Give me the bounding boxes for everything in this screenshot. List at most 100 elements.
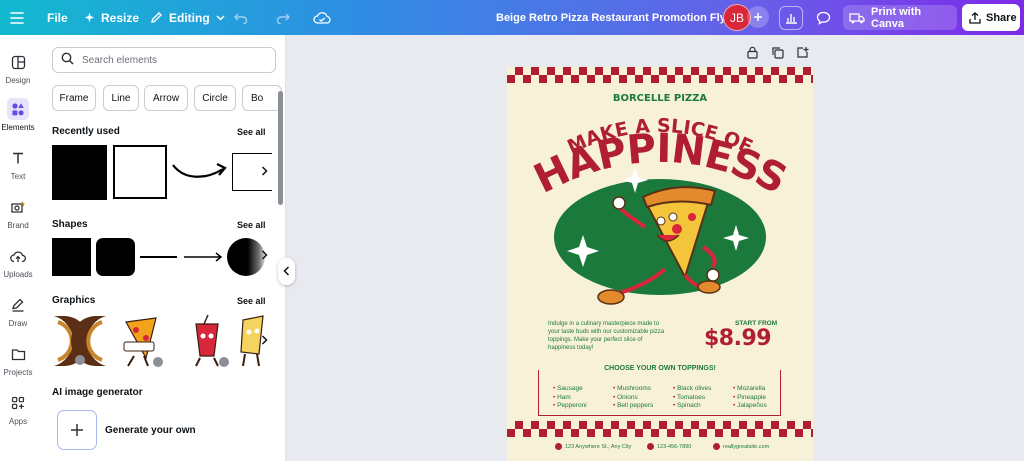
magic-wand-icon <box>84 12 95 23</box>
rail-item-elements[interactable]: Elements <box>0 98 36 132</box>
search-field[interactable]: Search elements <box>52 47 276 73</box>
search-placeholder: Search elements <box>82 54 158 66</box>
toppings-column-2[interactable]: Mushrooms Onions Bell peppers <box>613 385 653 411</box>
graphics-title: Graphics <box>52 295 96 306</box>
undo-button[interactable] <box>234 0 248 35</box>
shape-arrow-line[interactable] <box>183 250 223 268</box>
chip-line[interactable]: Line <box>103 85 139 111</box>
flyer-phone[interactable]: 123-456-7890 <box>647 443 691 450</box>
print-with-canva-button[interactable]: Print with Canva <box>843 5 957 30</box>
generate-your-own-button[interactable] <box>57 410 97 450</box>
graphics-scroll-right[interactable] <box>256 330 272 352</box>
shapes-see-all[interactable]: See all <box>237 220 266 230</box>
generate-your-own-label[interactable]: Generate your own <box>105 425 196 436</box>
comment-icon <box>816 11 831 25</box>
rail-item-text[interactable]: Text <box>0 147 36 181</box>
flyer-price[interactable]: $8.99 <box>704 326 772 351</box>
text-t-icon <box>7 147 29 169</box>
undo-icon <box>234 12 248 24</box>
graphic-soda-cup-mascot[interactable] <box>182 314 232 374</box>
left-rail: Design Elements Text Brand Uploads Draw <box>0 35 36 461</box>
rail-label-draw: Draw <box>8 319 28 328</box>
chip-circle[interactable]: Circle <box>194 85 236 111</box>
rail-label-apps: Apps <box>8 417 28 426</box>
rail-item-draw[interactable]: Draw <box>0 294 36 328</box>
add-page-button[interactable] <box>796 46 809 64</box>
share-label: Share <box>986 11 1017 24</box>
truck-icon <box>849 12 865 24</box>
topping-item: Mushrooms <box>613 385 653 394</box>
elements-shapes-icon <box>7 98 29 120</box>
editing-label: Editing <box>169 10 210 25</box>
duplicate-page-button[interactable] <box>771 46 784 64</box>
toppings-column-1[interactable]: Sausage Ham Pepperoni <box>553 385 587 411</box>
recently-used-see-all[interactable]: See all <box>237 127 266 137</box>
flyer-brand-name[interactable]: BORCELLE PIZZA <box>507 93 813 104</box>
redo-button[interactable] <box>276 0 290 35</box>
plus-icon <box>753 12 763 22</box>
resize-button[interactable]: Resize <box>84 0 139 35</box>
menu-button[interactable] <box>10 0 24 35</box>
flyer-address-text: 123 Anywhere St., Any City <box>565 443 632 450</box>
add-page-icon <box>796 46 809 63</box>
recent-outline-square[interactable] <box>113 145 167 199</box>
lock-icon <box>746 46 759 63</box>
hamburger-icon <box>10 11 24 24</box>
checkered-border-bottom <box>507 421 813 437</box>
rail-item-uploads[interactable]: Uploads <box>0 245 36 279</box>
topping-item: Bell peppers <box>613 402 653 411</box>
chip-frame[interactable]: Frame <box>52 85 96 111</box>
editing-mode-dropdown[interactable]: Editing <box>150 0 225 35</box>
globe-icon <box>713 443 720 450</box>
top-bar: File Resize Editing Beige Retro Pizza Re… <box>0 0 1024 35</box>
recent-black-square[interactable] <box>52 145 107 200</box>
chip-label: Bo <box>251 92 264 104</box>
add-collaborator-button[interactable] <box>747 6 769 28</box>
chip-arrow[interactable]: Arrow <box>144 85 188 111</box>
graphic-brown-arcs[interactable] <box>52 314 108 373</box>
cloud-save-status[interactable] <box>313 0 331 35</box>
search-icon <box>61 52 74 68</box>
flyer-description[interactable]: Indulge in a culinary masterpiece made t… <box>548 320 666 352</box>
shape-rounded-square[interactable] <box>96 238 135 276</box>
graphic-pizza-mascot[interactable] <box>116 314 166 374</box>
apps-grid-icon <box>7 392 29 414</box>
topping-item: Mozarella <box>733 385 767 394</box>
recent-scroll-right[interactable] <box>256 161 272 183</box>
share-button[interactable]: Share <box>962 4 1020 31</box>
shape-line[interactable] <box>140 256 177 258</box>
collapse-panel-button[interactable] <box>278 258 295 285</box>
document-title[interactable]: Beige Retro Pizza Restaurant Promotion F… <box>496 0 736 35</box>
topping-item: Black olives <box>673 385 711 394</box>
shapes-scroll-right[interactable] <box>256 245 272 267</box>
rail-item-design[interactable]: Design <box>0 51 36 85</box>
rail-item-projects[interactable]: Projects <box>0 343 36 377</box>
flyer-page[interactable]: BORCELLE PIZZA MAKE A SLICE OF HAPPINESS <box>507 67 813 461</box>
topping-item: Pepperoni <box>553 402 587 411</box>
recent-curved-arrow[interactable] <box>171 155 229 190</box>
pencil-icon <box>150 11 163 24</box>
rail-item-brand[interactable]: Brand <box>0 196 36 230</box>
flyer-phone-text: 123-456-7890 <box>657 443 692 450</box>
elements-panel: Search elements Frame Line Arrow Circle … <box>36 35 286 461</box>
toppings-column-3[interactable]: Black olives Tomatoes Spinach <box>673 385 711 411</box>
shape-square[interactable] <box>52 238 91 276</box>
ai-generator-title: AI image generator <box>52 387 143 398</box>
chip-box[interactable]: Bo <box>242 85 282 111</box>
rail-item-apps[interactable]: Apps <box>0 392 36 426</box>
flyer-website[interactable]: reallygreatsite.com <box>713 443 769 450</box>
flyer-headline-art[interactable]: MAKE A SLICE OF HAPPINESS <box>507 107 813 327</box>
brand-kit-icon <box>7 196 29 218</box>
insights-button[interactable] <box>779 6 803 30</box>
checkered-border-top <box>507 67 813 83</box>
redo-icon <box>276 12 290 24</box>
comments-button[interactable] <box>811 6 835 30</box>
flyer-address[interactable]: 123 Anywhere St., Any City <box>555 443 631 450</box>
toppings-title[interactable]: CHOOSE YOUR OWN TOPPINGS! <box>507 365 813 372</box>
lock-page-button[interactable] <box>746 46 759 64</box>
panel-scrollbar[interactable] <box>278 91 283 205</box>
layout-icon <box>7 51 29 73</box>
graphics-see-all[interactable]: See all <box>237 296 266 306</box>
file-menu[interactable]: File <box>47 0 68 35</box>
toppings-column-4[interactable]: Mozarella Pineapple Jalapeños <box>733 385 767 411</box>
